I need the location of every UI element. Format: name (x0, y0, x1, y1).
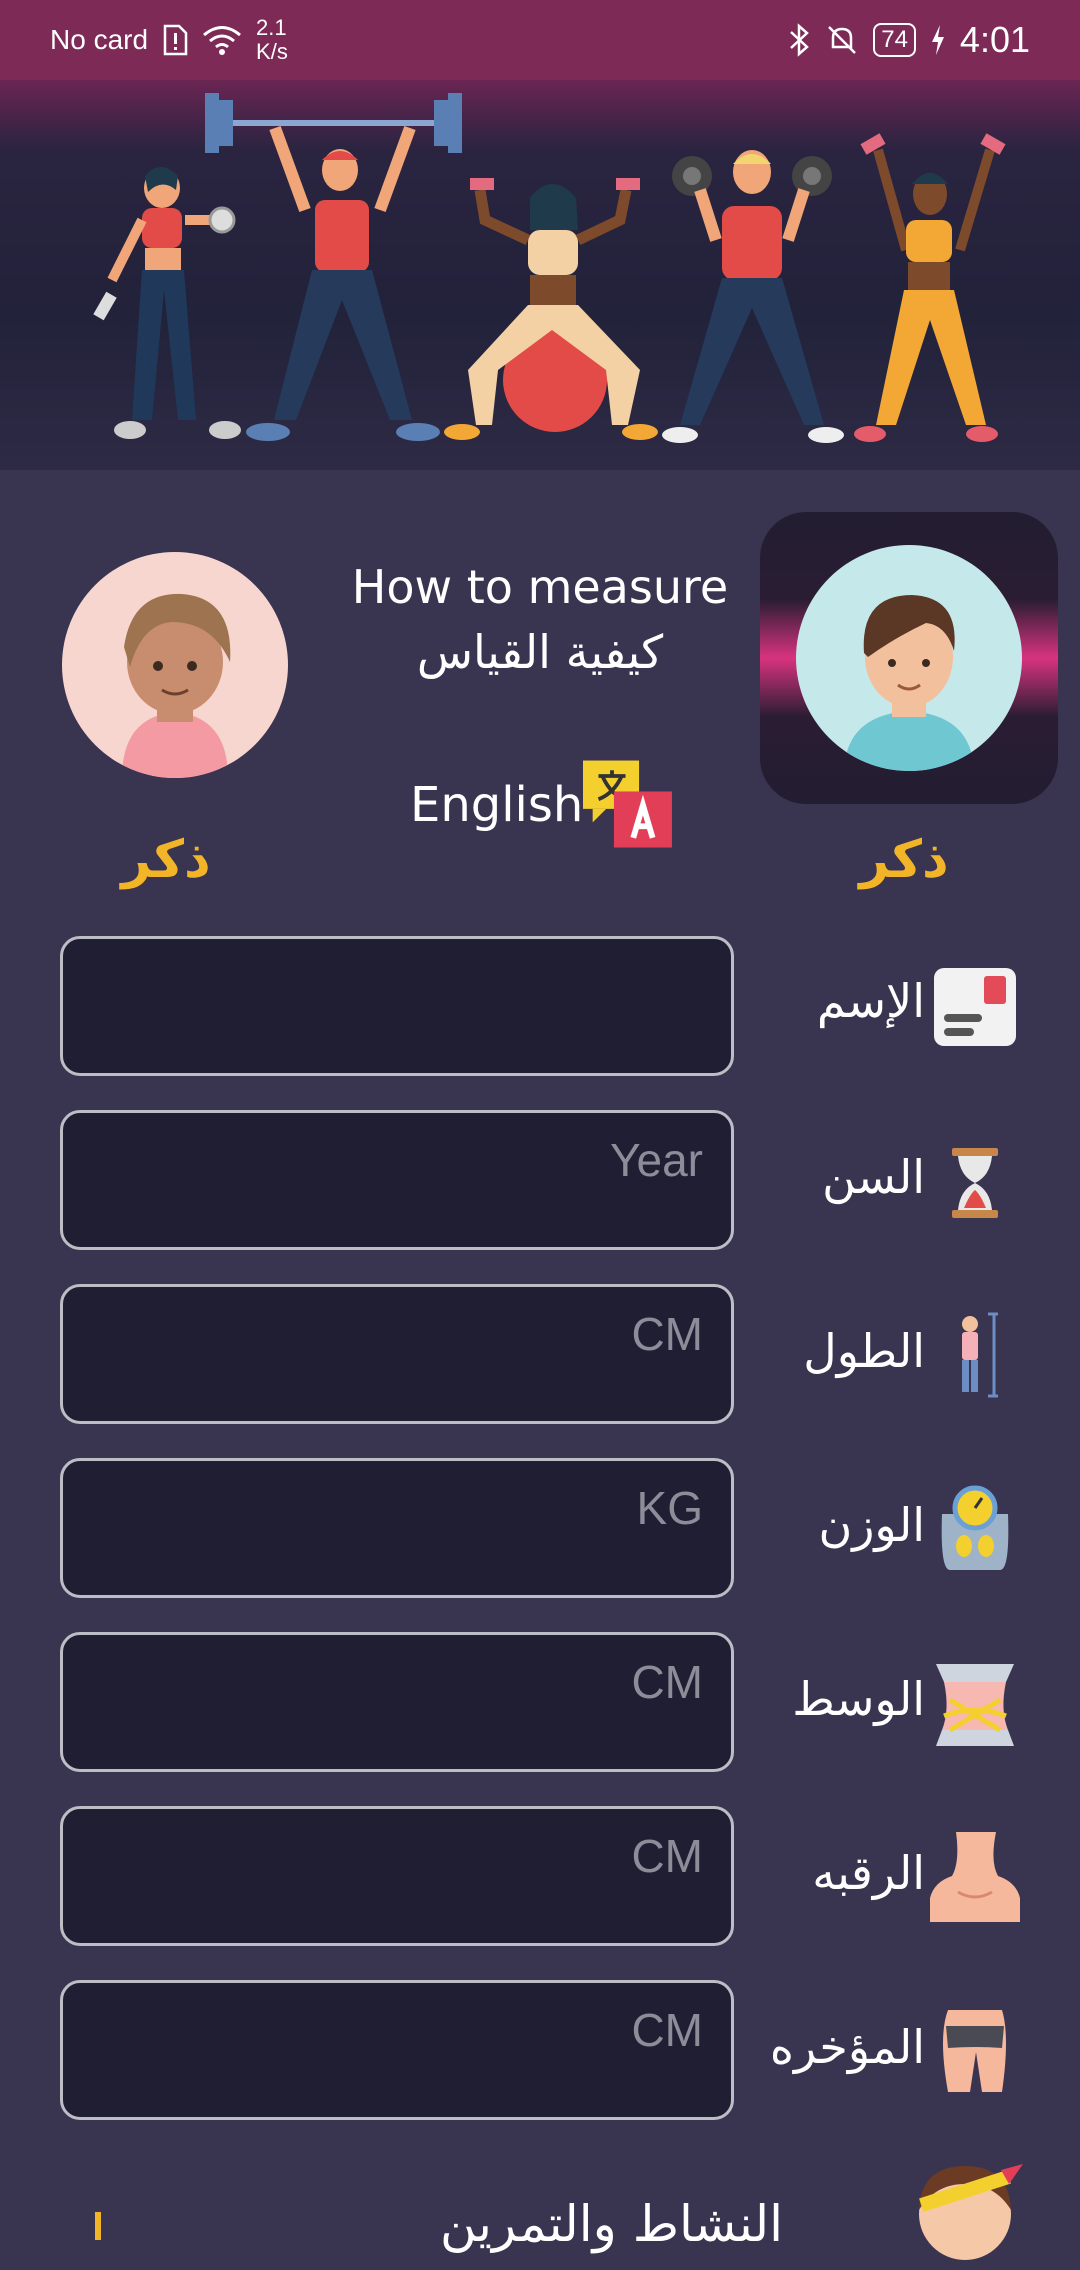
height-input[interactable] (63, 1287, 731, 1421)
height-label: الطول (803, 1324, 925, 1378)
how-to-measure-link-ar[interactable]: كيفية القياس (340, 625, 740, 679)
status-bar: No card 2.1 K/s 74 4:01 (0, 0, 1080, 80)
height-field[interactable] (60, 1284, 734, 1424)
name-label: الإسم (816, 974, 925, 1028)
weight-label: الوزن (818, 1498, 925, 1552)
height-measure-icon (962, 1312, 998, 1398)
name-field[interactable] (60, 936, 734, 1076)
male-avatar-illustration (844, 595, 974, 771)
battery-icon: 74 (873, 23, 916, 57)
mute-icon (828, 26, 857, 54)
charging-icon (931, 25, 944, 55)
wifi-icon (203, 26, 242, 55)
activity-indicator (95, 2212, 101, 2240)
athlete-headband-icon (919, 2164, 1023, 2260)
name-input[interactable] (63, 939, 731, 1073)
language-label: English (410, 777, 584, 833)
scale-icon (941, 1485, 1009, 1570)
gender-label-right[interactable]: ذكر (804, 830, 1004, 890)
bluetooth-icon (790, 23, 810, 57)
male-avatar[interactable] (796, 545, 1022, 771)
how-to-measure-link-en[interactable]: How to measure (340, 560, 740, 614)
net-speed-value: 2.1 (256, 15, 287, 40)
status-right: 74 4:01 (787, 19, 1030, 61)
hip-label: المؤخره (769, 2020, 925, 2074)
id-card-icon (934, 968, 1016, 1046)
sim-alert-icon (163, 24, 188, 56)
age-field[interactable] (60, 1110, 734, 1250)
gender-label-left[interactable]: ذكر (66, 830, 266, 890)
age-input[interactable] (63, 1113, 731, 1247)
waist-tape-icon (936, 1664, 1014, 1746)
neck-label: الرقبه (812, 1846, 925, 1900)
status-left: No card 2.1 K/s (50, 16, 288, 64)
net-speed-unit: K/s (256, 39, 288, 64)
net-speed: 2.1 K/s (256, 16, 288, 64)
language-toggle[interactable]: English (410, 755, 680, 855)
waist-input[interactable] (63, 1635, 731, 1769)
neck-icon (930, 1832, 1020, 1922)
weight-field[interactable] (60, 1458, 734, 1598)
fitness-banner (0, 80, 1080, 470)
female-avatar[interactable] (62, 552, 288, 778)
waist-label: الوسط (792, 1672, 925, 1726)
translate-icon (583, 760, 673, 848)
fitness-people-illustration (93, 93, 1006, 443)
activity-label[interactable]: النشاط والتمرين (440, 2195, 783, 2253)
weight-input[interactable] (63, 1461, 731, 1595)
neck-input[interactable] (63, 1809, 731, 1943)
hip-icon (943, 2010, 1006, 2092)
neck-field[interactable] (60, 1806, 734, 1946)
hip-input[interactable] (63, 1983, 731, 2117)
clock: 4:01 (959, 19, 1030, 60)
hourglass-icon (952, 1148, 998, 1218)
waist-field[interactable] (60, 1632, 734, 1772)
female-avatar-illustration (122, 593, 231, 778)
battery-level: 74 (881, 26, 908, 53)
hip-field[interactable] (60, 1980, 734, 2120)
age-label: السن (822, 1150, 925, 1204)
carrier-text: No card (50, 24, 149, 55)
